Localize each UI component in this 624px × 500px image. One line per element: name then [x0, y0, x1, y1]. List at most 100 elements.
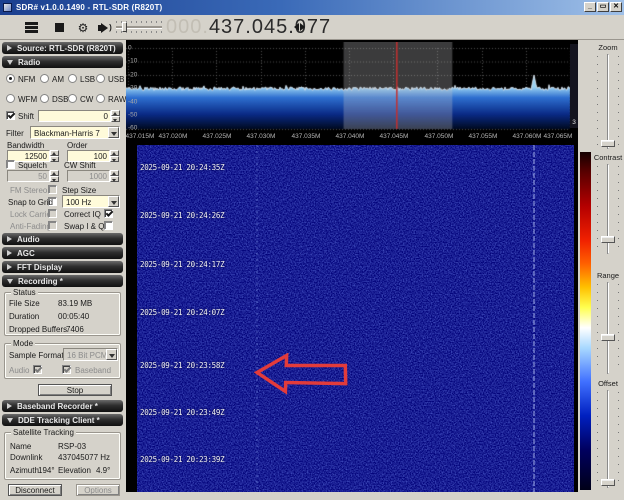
waterfall-noise: [137, 145, 574, 492]
chevron-right-icon: [7, 264, 12, 270]
mute-button[interactable]: ): [96, 19, 114, 36]
volume-slider[interactable]: [116, 21, 162, 35]
chevron-down-icon: [7, 418, 13, 423]
settings-button[interactable]: ⚙: [74, 19, 92, 36]
x-tick: 437.030M: [243, 133, 279, 140]
frequency-step-right-icon[interactable]: [300, 23, 305, 31]
radio-mode-usb[interactable]: [96, 74, 105, 83]
step-size-dropdown[interactable]: 100 Hz: [62, 195, 120, 208]
waterfall[interactable]: [137, 145, 574, 492]
speaker-icon: ): [98, 23, 112, 33]
sample-format-dropdown: 16 Bit PCM: [63, 348, 118, 361]
spectrum-plot[interactable]: [126, 42, 578, 132]
disconnect-button[interactable]: Disconnect: [8, 484, 62, 496]
y-tick: 0: [128, 45, 132, 52]
fm-stereo-checkbox: [48, 185, 57, 194]
display-controls: Zoom Contrast Range Offset: [578, 40, 624, 500]
panel-audio[interactable]: Audio: [2, 233, 123, 245]
x-tick: 437.045M: [376, 133, 412, 140]
swap-iq-checkbox[interactable]: [104, 221, 113, 230]
maximize-button[interactable]: ▭: [597, 2, 609, 12]
sdrsharp-window: { "window": { "title": "SDR# v1.0.0.1490…: [0, 0, 624, 500]
frequency-display[interactable]: 000.437.045.077: [166, 16, 331, 39]
panel-dde-tracking-client[interactable]: DDE Tracking Client *: [2, 414, 123, 426]
contrast-slider-thumb[interactable]: [601, 236, 615, 243]
squelch-checkbox[interactable]: [6, 160, 15, 169]
offset-slider[interactable]: [592, 390, 624, 488]
zoom-slider-label: Zoom: [592, 43, 624, 52]
waterfall-timestamp: 2025-09-21 20:24:17Z: [140, 260, 224, 269]
dropped-buffers-value: 7406: [66, 325, 84, 334]
stop-recording-button[interactable]: Stop: [38, 384, 112, 396]
range-slider-thumb[interactable]: [601, 334, 615, 341]
contrast-slider[interactable]: [592, 164, 624, 254]
menu-button[interactable]: [22, 19, 40, 36]
dropdown-arrow-icon[interactable]: [108, 127, 119, 138]
zoom-slider[interactable]: [592, 54, 624, 149]
offset-slider-label: Offset: [592, 379, 624, 388]
volume-slider-thumb[interactable]: [122, 22, 127, 32]
frequency-leading-zeros: 000.: [166, 16, 209, 39]
sidebar: Source: RTL-SDR (R820T) Radio NFM AM LSB…: [0, 40, 125, 500]
panel-recording[interactable]: Recording *: [2, 275, 123, 287]
x-tick: 437.035M: [288, 133, 324, 140]
filter-dropdown[interactable]: Blackman-Harris 7: [30, 126, 120, 139]
window-title: SDR# v1.0.0.1490 - RTL-SDR (R820T): [16, 3, 162, 12]
correct-iq-checkbox[interactable]: [104, 209, 113, 218]
anti-fading-checkbox: [48, 221, 57, 230]
stop-icon: [55, 23, 64, 32]
frequency-value: 437.045.077: [209, 16, 331, 39]
range-slider[interactable]: [592, 282, 624, 374]
squelch-spinner: 50: [7, 170, 59, 182]
radio-mode-am[interactable]: [40, 74, 49, 83]
hamburger-icon: [25, 22, 38, 33]
minimize-button[interactable]: _: [584, 2, 596, 12]
x-tick: 437.040M: [332, 133, 368, 140]
title-bar[interactable]: SDR# v1.0.0.1490 - RTL-SDR (R820T): [0, 0, 624, 15]
record-baseband-checkbox: [62, 365, 71, 374]
downlink-value: 437045077 Hz: [58, 453, 110, 462]
chevron-right-icon: [7, 45, 12, 51]
x-tick: 437.025M: [199, 133, 235, 140]
panel-source[interactable]: Source: RTL-SDR (R820T): [2, 42, 123, 54]
waterfall-color-scale: [580, 152, 591, 490]
gear-icon: ⚙: [78, 22, 89, 34]
x-tick: 437.050M: [421, 133, 457, 140]
range-slider-label: Range: [592, 271, 624, 280]
panel-radio[interactable]: Radio: [2, 56, 123, 68]
waterfall-timestamp: 2025-09-21 20:24:26Z: [140, 211, 224, 220]
contrast-slider-label: Contrast: [592, 153, 624, 162]
lock-carrier-checkbox: [48, 209, 57, 218]
x-tick: 437.065M: [540, 133, 576, 140]
panel-baseband-recorder[interactable]: Baseband Recorder *: [2, 400, 123, 412]
close-button[interactable]: ✕: [610, 2, 622, 12]
x-tick: 437.015M: [126, 133, 158, 140]
y-tick: -30: [128, 85, 137, 92]
satellite-name-value: RSP-03: [58, 442, 86, 451]
radio-mode-cw[interactable]: [68, 94, 77, 103]
app-icon: [3, 3, 12, 12]
shift-checkbox[interactable]: [6, 111, 15, 120]
zoom-slider-thumb[interactable]: [601, 140, 615, 147]
stop-button[interactable]: [50, 19, 68, 36]
file-size-value: 83.19 MB: [58, 299, 92, 308]
offset-slider-thumb[interactable]: [601, 479, 615, 486]
cw-shift-spinner: 1000: [67, 170, 119, 182]
dropdown-arrow-icon[interactable]: [108, 196, 119, 207]
chevron-down-icon: [7, 279, 13, 284]
shift-spinner[interactable]: 0: [38, 110, 120, 122]
azimuth-value: 194°: [38, 466, 55, 475]
y-tick: -20: [128, 72, 137, 79]
radio-mode-nfm[interactable]: [6, 74, 15, 83]
x-tick: 437.055M: [465, 133, 501, 140]
duration-value: 00:05:40: [58, 312, 89, 321]
radio-mode-lsb[interactable]: [68, 74, 77, 83]
panel-fft-display[interactable]: FFT Display: [2, 261, 123, 273]
radio-mode-wfm[interactable]: [6, 94, 15, 103]
annotation-arrow-icon: [254, 353, 348, 395]
frequency-step-left-icon[interactable]: [294, 23, 299, 31]
waterfall-timestamp: 2025-09-21 20:23:39Z: [140, 455, 224, 464]
radio-mode-dsb[interactable]: [40, 94, 49, 103]
radio-mode-raw[interactable]: [96, 94, 105, 103]
panel-agc[interactable]: AGC: [2, 247, 123, 259]
